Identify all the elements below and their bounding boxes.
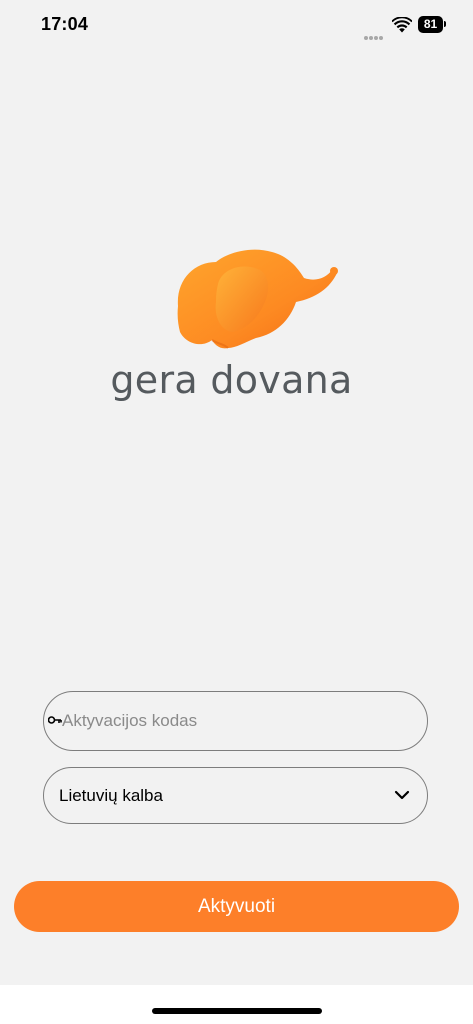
activation-code-input[interactable] [62, 692, 412, 749]
activate-button[interactable]: Aktyvuoti [14, 881, 459, 932]
language-select[interactable]: Lietuvių kalba [43, 767, 428, 824]
activation-code-field[interactable] [43, 691, 428, 751]
wifi-icon [392, 17, 412, 33]
home-indicator[interactable] [152, 1008, 322, 1014]
battery-tip [444, 21, 446, 27]
elephant-logo-icon [177, 249, 338, 349]
brand-name: gera dovana [110, 358, 353, 402]
status-bar: 17:04 81 [0, 0, 473, 52]
chevron-down-icon [394, 790, 410, 800]
app-screen: 17:04 81 gera dovana Aktyvacijos kodas L… [0, 0, 473, 985]
battery-level: 81 [418, 16, 443, 33]
cellular-dots-icon [364, 27, 386, 40]
language-select-value: Lietuvių kalba [59, 786, 163, 805]
battery-indicator: 81 [418, 16, 446, 33]
status-time: 17:04 [41, 14, 89, 34]
key-icon [48, 716, 62, 724]
